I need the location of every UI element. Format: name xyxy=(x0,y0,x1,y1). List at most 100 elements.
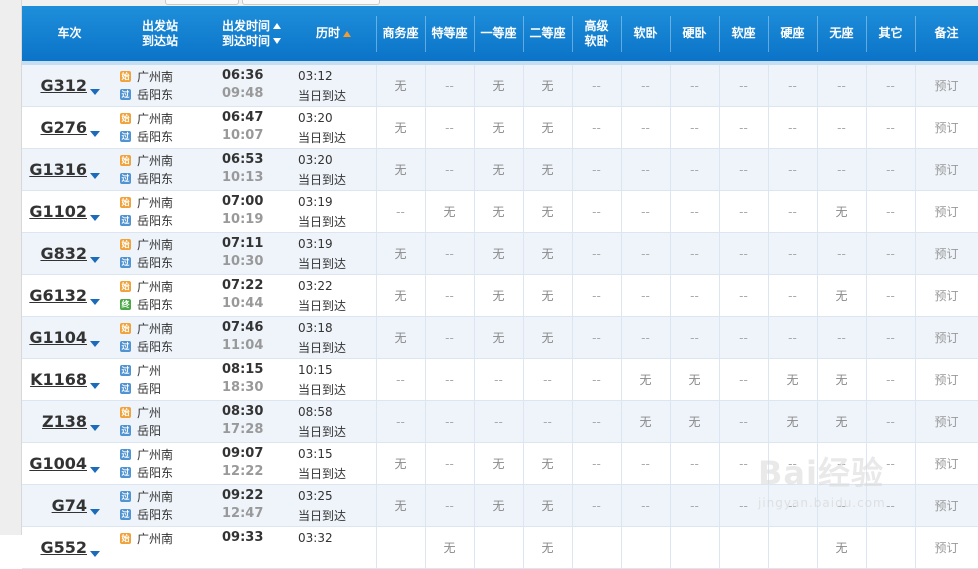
train-number-link[interactable]: G1004 xyxy=(22,443,117,484)
train-number-link[interactable]: G1104 xyxy=(22,317,117,358)
train-number-link[interactable]: G552 xyxy=(22,527,117,568)
seat-availability: -- xyxy=(641,498,650,513)
expand-chevron-icon[interactable] xyxy=(90,89,100,95)
toolbar-tab[interactable] xyxy=(242,0,380,5)
seat-availability: -- xyxy=(592,120,601,135)
to-station: 岳阳东 xyxy=(137,297,174,312)
train-number-link[interactable]: Z138 xyxy=(22,401,117,442)
table-row: G276 始广州南过岳阳东 06:47 10:07 03:20 当日到达 无 -- 无 无 -- --… xyxy=(22,107,978,149)
seat-availability: -- xyxy=(690,204,699,219)
expand-chevron-icon[interactable] xyxy=(90,551,100,557)
seat-availability: -- xyxy=(445,78,454,93)
header-seat-second: 二等座 xyxy=(529,26,566,40)
to-station: 岳阳东 xyxy=(137,507,174,522)
expand-chevron-icon[interactable] xyxy=(90,257,100,263)
book-button[interactable]: 预订 xyxy=(915,443,978,484)
departure-time: 09:22 xyxy=(222,488,264,503)
expand-chevron-icon[interactable] xyxy=(90,383,100,389)
book-button[interactable]: 预订 xyxy=(915,485,978,526)
stations-cell: 过广州南过岳阳东 xyxy=(120,485,210,526)
header-seat-special: 特等座 xyxy=(431,26,468,40)
station-tag-icon: 始 xyxy=(120,322,131,334)
header-dep-time[interactable]: 出发时间 xyxy=(222,19,282,34)
train-number-link[interactable]: G832 xyxy=(22,233,117,274)
seat-availability xyxy=(474,527,523,568)
seat-availability: -- xyxy=(543,372,552,387)
seat-availability: -- xyxy=(445,162,454,177)
seat-availability xyxy=(376,527,425,568)
seat-availability xyxy=(670,527,719,568)
seat-availability: -- xyxy=(739,414,748,429)
sort-asc-icon[interactable] xyxy=(273,23,282,29)
times-cell: 07:22 10:44 xyxy=(212,275,287,316)
station-tag-icon: 过 xyxy=(120,448,131,460)
seat-availability: 无 xyxy=(541,457,554,471)
expand-chevron-icon[interactable] xyxy=(90,509,100,515)
train-number-link[interactable]: G312 xyxy=(22,65,117,106)
book-button[interactable]: 预订 xyxy=(915,401,978,442)
expand-chevron-icon[interactable] xyxy=(90,173,100,179)
header-seat-standing: 无座 xyxy=(829,26,854,40)
train-number-link[interactable]: G6132 xyxy=(22,275,117,316)
toolbar-tab[interactable] xyxy=(165,0,239,5)
expand-chevron-icon[interactable] xyxy=(90,215,100,221)
table-header: 车次 出发站 到达站 出发时间 到达时间 历时 商务座 特等座 一等座 二等座 … xyxy=(22,6,978,65)
header-to-label: 到达站 xyxy=(141,33,178,48)
from-station: 广州南 xyxy=(137,321,174,336)
departure-time: 06:36 xyxy=(222,68,264,83)
seat-availability: -- xyxy=(739,162,748,177)
seat-availability: 无 xyxy=(492,121,505,135)
departure-time: 09:33 xyxy=(222,530,264,545)
seat-availability: -- xyxy=(592,288,601,303)
to-station: 岳阳东 xyxy=(137,465,174,480)
expand-chevron-icon[interactable] xyxy=(90,131,100,137)
book-button[interactable]: 预订 xyxy=(915,359,978,400)
seat-availability: -- xyxy=(641,162,650,177)
train-number-link[interactable]: G1316 xyxy=(22,149,117,190)
duration-cell: 03:32 xyxy=(298,527,376,568)
book-button[interactable]: 预订 xyxy=(915,233,978,274)
seat-availability: -- xyxy=(886,372,895,387)
sort-duration-icon[interactable] xyxy=(343,30,352,37)
times-cell: 09:22 12:47 xyxy=(212,485,287,526)
seat-availability: 无 xyxy=(786,415,799,429)
book-button[interactable]: 预订 xyxy=(915,65,978,106)
station-tag-icon: 始 xyxy=(120,406,131,418)
book-button[interactable]: 预订 xyxy=(915,317,978,358)
book-button[interactable]: 预订 xyxy=(915,107,978,148)
from-station: 广州 xyxy=(137,363,162,378)
seat-availability: -- xyxy=(837,162,846,177)
train-number-link[interactable]: G74 xyxy=(22,485,117,526)
train-number-link[interactable]: K1168 xyxy=(22,359,117,400)
seat-availability: -- xyxy=(494,414,503,429)
train-number-link[interactable]: G276 xyxy=(22,107,117,148)
table-row: G1316 始广州南过岳阳东 06:53 10:13 03:20 当日到达 无 -- 无 无 -- -… xyxy=(22,149,978,191)
train-number-link[interactable]: G1102 xyxy=(22,191,117,232)
book-button[interactable]: 预订 xyxy=(915,191,978,232)
expand-chevron-icon[interactable] xyxy=(90,299,100,305)
seat-availability: -- xyxy=(788,120,797,135)
book-button[interactable]: 预订 xyxy=(915,149,978,190)
sort-desc-icon[interactable] xyxy=(273,38,282,44)
seat-availability: 无 xyxy=(492,205,505,219)
header-times[interactable]: 出发时间 到达时间 xyxy=(212,6,292,61)
header-train-no[interactable]: 车次 xyxy=(22,6,117,61)
station-tag-icon: 过 xyxy=(120,466,131,478)
stations-cell: 始广州南过岳阳东 xyxy=(120,65,210,106)
station-tag-icon: 始 xyxy=(120,238,131,250)
header-arr-time[interactable]: 到达时间 xyxy=(222,34,282,49)
expand-chevron-icon[interactable] xyxy=(90,425,100,431)
header-duration[interactable]: 历时 xyxy=(298,6,376,61)
stations-cell: 始广州南过岳阳东 xyxy=(120,233,210,274)
expand-chevron-icon[interactable] xyxy=(90,341,100,347)
from-station: 广州南 xyxy=(137,195,174,210)
station-tag-icon: 始 xyxy=(120,112,131,124)
book-button[interactable]: 预订 xyxy=(915,527,978,568)
table-row: K1168 过广州过岳阳 08:15 18:30 10:15 当日到达 -- -- -- -- --… xyxy=(22,359,978,401)
departure-time: 06:47 xyxy=(222,110,264,125)
expand-chevron-icon[interactable] xyxy=(90,467,100,473)
duration-cell: 03:12 当日到达 xyxy=(298,65,376,106)
to-station: 岳阳 xyxy=(137,381,162,396)
seat-availability: -- xyxy=(396,414,405,429)
book-button[interactable]: 预订 xyxy=(915,275,978,316)
